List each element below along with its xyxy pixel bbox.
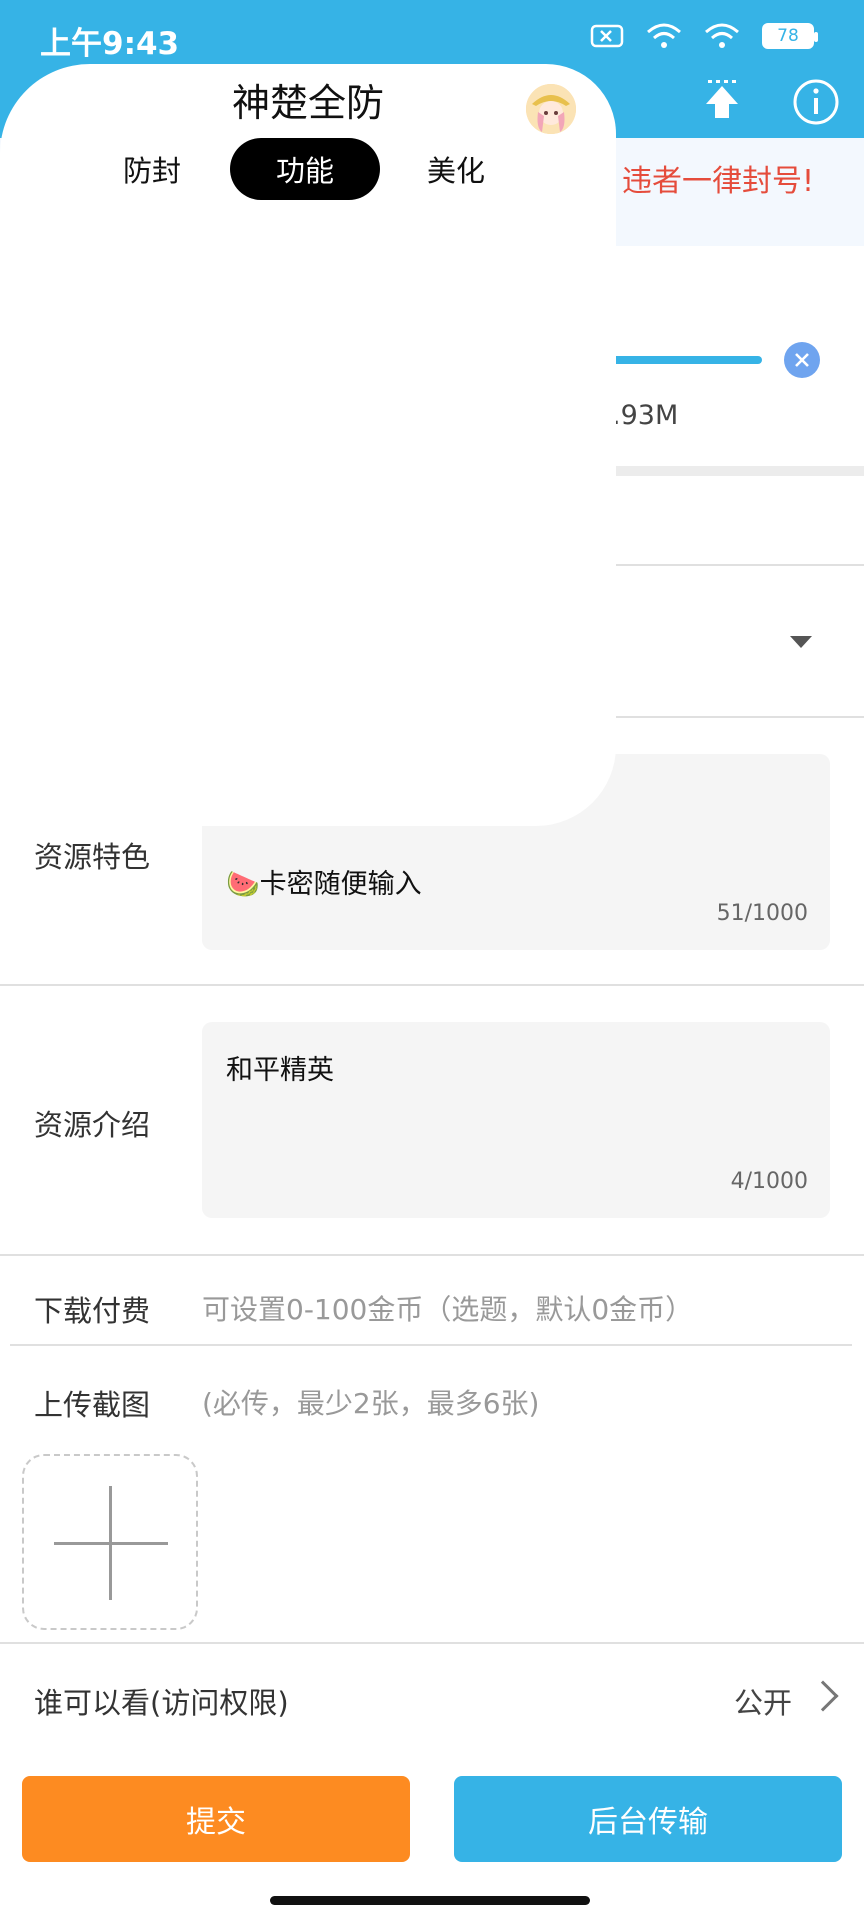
intro-label: 资源介绍	[34, 1108, 151, 1142]
privacy-label: 谁可以看(访问权限)	[34, 1686, 289, 1720]
privacy-value[interactable]: 公开	[734, 1680, 792, 1722]
intro-char-count: 4/1000	[730, 1169, 808, 1194]
background-transfer-button[interactable]: 后台传输	[454, 1776, 842, 1862]
features-value: 🍉卡密随便输入	[226, 869, 422, 900]
divider	[0, 1642, 864, 1644]
divider	[10, 1344, 852, 1346]
wifi-icon	[646, 22, 682, 50]
info-icon[interactable]	[792, 78, 840, 130]
panel-tabs: 防封 功能 美化	[102, 138, 522, 200]
home-indicator[interactable]	[270, 1896, 590, 1905]
battery-icon: 78	[762, 23, 818, 49]
tab-features[interactable]: 功能	[230, 138, 380, 200]
divider	[0, 984, 864, 986]
fee-input[interactable]: 可设置0-100金币（选题，默认0金币）	[202, 1288, 693, 1328]
features-label: 资源特色	[34, 840, 151, 874]
submit-button[interactable]: 提交	[22, 1776, 410, 1862]
chevron-right-icon[interactable]	[807, 1680, 839, 1712]
intro-value: 和平精英	[226, 1055, 334, 1086]
screenshots-label: 上传截图	[34, 1388, 151, 1422]
fee-label: 下载付费	[34, 1294, 151, 1328]
intro-textarea[interactable]: 和平精英 4/1000	[202, 1022, 830, 1218]
add-screenshot-button[interactable]	[22, 1454, 198, 1630]
plus-icon	[109, 1486, 112, 1600]
wifi-icon	[704, 22, 740, 50]
close-icon	[795, 353, 809, 367]
announcement-text: 违者一律封号!	[621, 164, 814, 199]
divider	[0, 1254, 864, 1256]
panel-title: 神楚全防	[231, 81, 384, 125]
features-char-count: 51/1000	[716, 901, 808, 926]
cancel-upload-button[interactable]	[784, 342, 820, 378]
upload-size-text: .93M	[612, 400, 679, 431]
screenshots-hint: (必传，最少2张，最多6张)	[202, 1387, 540, 1420]
chevron-down-icon[interactable]	[790, 636, 812, 648]
avatar[interactable]	[526, 84, 576, 134]
status-icons: 78	[590, 22, 818, 50]
upload-icon[interactable]	[702, 80, 742, 128]
tab-anti-ban[interactable]: 防封	[102, 138, 202, 200]
status-time: 上午9:43	[40, 26, 180, 62]
tab-beautify[interactable]: 美化	[406, 138, 506, 200]
floating-panel: 神楚全防 防封 功能 美化	[0, 64, 616, 826]
header-actions	[702, 78, 840, 130]
sim-error-icon	[590, 23, 624, 49]
